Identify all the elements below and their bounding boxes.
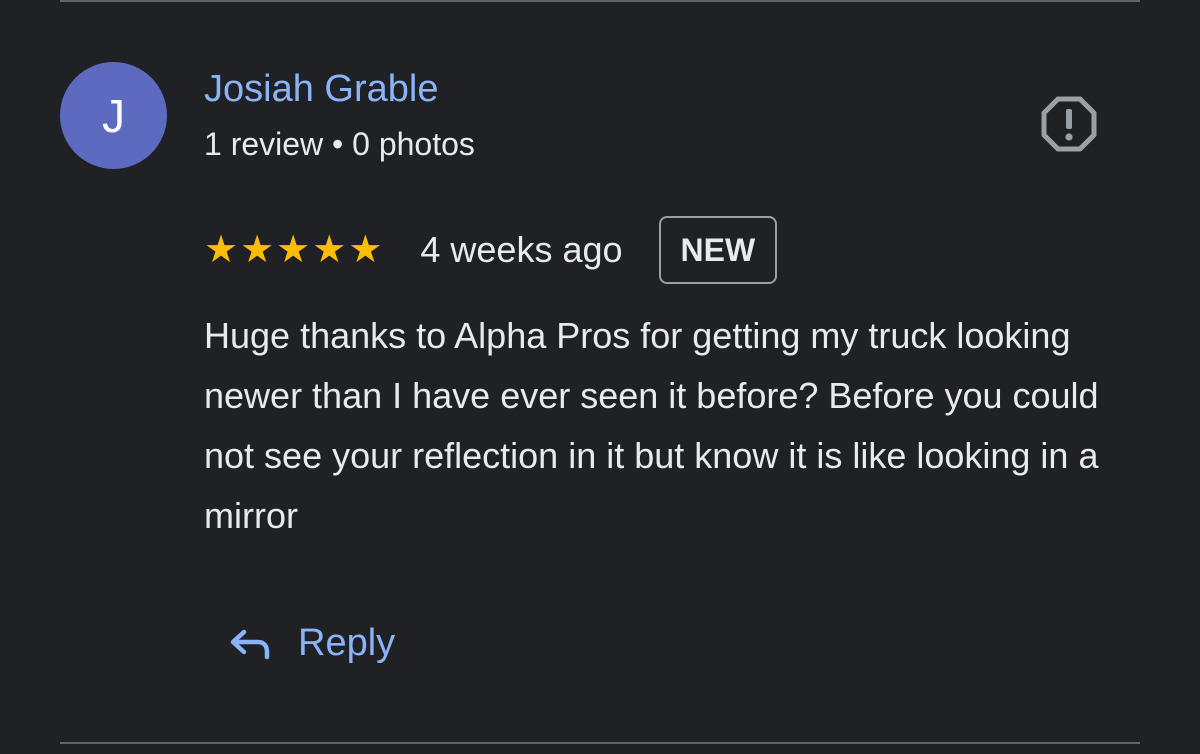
review-date: 4 weeks ago	[420, 229, 623, 270]
reply-arrow-icon	[230, 629, 270, 659]
reply-label: Reply	[298, 622, 396, 664]
bottom-divider	[60, 742, 1140, 744]
avatar[interactable]: J	[60, 62, 167, 169]
report-button[interactable]	[1040, 95, 1098, 153]
review-text: Huge thanks to Alpha Pros for getting my…	[204, 315, 1099, 536]
top-divider	[60, 0, 1140, 2]
star-icon: ★	[204, 229, 239, 271]
reply-button[interactable]: Reply	[228, 622, 395, 665]
star-icon: ★	[312, 229, 347, 271]
star-icon: ★	[240, 229, 275, 271]
star-icon: ★	[276, 229, 311, 271]
star-icon: ★	[348, 229, 383, 271]
rating-row: ★ ★ ★ ★ ★ 4 weeks ago NEW	[204, 214, 778, 286]
avatar-initial: J	[102, 89, 125, 142]
reviewer-name[interactable]: Josiah Grable	[204, 68, 438, 111]
star-rating: ★ ★ ★ ★ ★	[204, 231, 382, 269]
new-badge: NEW	[658, 216, 778, 284]
reviewer-meta: 1 review • 0 photos	[204, 126, 475, 162]
report-octagon-icon	[1041, 96, 1097, 152]
